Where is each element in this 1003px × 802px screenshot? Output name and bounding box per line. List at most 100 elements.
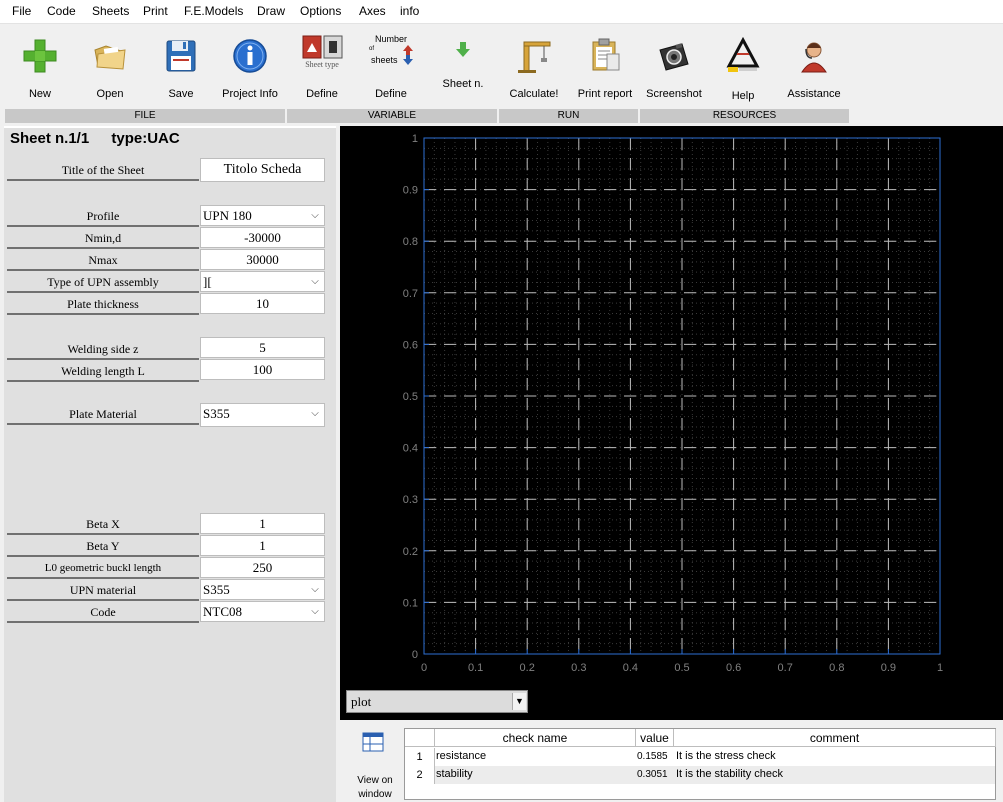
code-select[interactable]: NTC08 ⌵ xyxy=(200,601,325,622)
y-tick-label: 0.5 xyxy=(403,391,418,403)
x-tick-label: 0.5 xyxy=(674,662,689,674)
label-nmax: Nmax xyxy=(7,250,199,271)
plot-area[interactable]: 0 0.1 0.2 0.3 0.4 0.5 0.6 0.7 0.8 0.9 1 0 0.1 0.2 0.3 0… xyxy=(340,126,1003,720)
clipboard-icon xyxy=(585,36,625,76)
camera-icon xyxy=(654,36,694,76)
code-value: NTC08 xyxy=(203,604,242,619)
l0-buckl-length-input[interactable]: 250 xyxy=(200,557,325,578)
crane-icon xyxy=(514,36,554,76)
x-tick-label: 0.3 xyxy=(571,662,586,674)
results-table: check name value comment 1 resistance 0.… xyxy=(404,728,996,800)
y-tick-label: 0.8 xyxy=(403,236,418,248)
label-welding-side-z: Welding side z xyxy=(7,339,199,360)
label-beta-x: Beta X xyxy=(7,514,199,535)
menu-sheets[interactable]: Sheets xyxy=(92,4,129,18)
upn-material-value: S355 xyxy=(203,582,230,597)
chevron-down-icon[interactable]: ⌵ xyxy=(308,582,322,597)
welding-side-z-input[interactable]: 5 xyxy=(200,337,325,358)
menu-options[interactable]: Options xyxy=(300,4,341,18)
menu-info[interactable]: info xyxy=(400,4,419,18)
beta-y-input[interactable]: 1 xyxy=(200,535,325,556)
welding-length-input[interactable]: 100 xyxy=(200,359,325,380)
y-tick-label: 0.6 xyxy=(403,339,418,351)
chevron-down-icon[interactable]: ⌵ xyxy=(308,604,322,619)
label-upn-material: UPN material xyxy=(7,580,199,601)
value-cell: 0.3051 xyxy=(637,769,668,780)
label-profile: Profile xyxy=(7,206,199,227)
view-on-window-label: View on window xyxy=(346,774,404,802)
row-number: 1 xyxy=(405,748,435,766)
menu-print[interactable]: Print xyxy=(143,4,168,18)
label-l0-buckl-length: L0 geometric buckl length xyxy=(7,558,199,579)
upn-assembly-value: ][ xyxy=(203,274,212,289)
plate-thickness-input[interactable]: 10 xyxy=(200,293,325,314)
label-nmin: Nmin,d xyxy=(7,228,199,249)
section-file: FILE xyxy=(5,109,286,123)
results-area: View on window check name value comment … xyxy=(340,720,1003,802)
help-logo-icon xyxy=(723,36,763,76)
floppy-icon xyxy=(161,36,201,76)
comment-cell: It is the stress check xyxy=(676,750,776,762)
app-window: File Code Sheets Print F.E.Models Draw O… xyxy=(0,0,1003,802)
of-text: of xyxy=(369,46,375,52)
folder-icon xyxy=(90,36,130,76)
chevron-down-icon[interactable]: ⌵ xyxy=(308,274,322,289)
view-on-window-button[interactable]: View on window xyxy=(346,724,404,800)
x-tick-label: 0.1 xyxy=(468,662,483,674)
col-header-comment[interactable]: comment xyxy=(674,729,996,747)
y-tick-label: 1 xyxy=(412,133,418,145)
col-header-check-name[interactable]: check name xyxy=(435,729,636,747)
view-on-text: View on xyxy=(357,775,393,786)
sheets-text: sheets xyxy=(371,55,398,65)
chevron-down-icon[interactable]: ⌵ xyxy=(308,406,322,421)
chevron-down-icon[interactable]: ⌵ xyxy=(308,208,322,223)
plus-icon xyxy=(20,36,60,76)
row-number: 2 xyxy=(405,766,435,784)
upn-assembly-select[interactable]: ][ ⌵ xyxy=(200,271,325,292)
menu-bar: File Code Sheets Print F.E.Models Draw O… xyxy=(0,0,1003,24)
y-tick-label: 0.1 xyxy=(403,597,418,609)
project-info-label: Project Info xyxy=(222,88,278,100)
menu-axes[interactable]: Axes xyxy=(359,4,386,18)
arrow-down-icon xyxy=(453,40,473,60)
sheet-header: Sheet n.1/1 type:UAC xyxy=(10,130,198,147)
row-number-header xyxy=(405,729,435,747)
save-label: Save xyxy=(168,88,194,100)
table-row[interactable]: 1 resistance 0.1585 It is the stress che… xyxy=(405,748,995,766)
help-label: Help xyxy=(731,90,755,102)
x-tick-label: 1 xyxy=(937,662,943,674)
define-number-of-sheets-label: Define xyxy=(375,88,407,100)
nmax-input[interactable]: 30000 xyxy=(200,249,325,270)
chevron-down-icon[interactable]: ▼ xyxy=(512,693,526,710)
profile-select[interactable]: UPN 180 ⌵ xyxy=(200,205,325,226)
plate-material-select[interactable]: S355 ⌵ xyxy=(200,403,325,427)
check-name-cell: stability xyxy=(436,768,473,780)
label-plate-thickness: Plate thickness xyxy=(7,294,199,315)
title-of-sheet-input[interactable]: Titolo Scheda xyxy=(200,158,325,182)
menu-draw[interactable]: Draw xyxy=(257,4,285,18)
upn-material-select[interactable]: S355 ⌵ xyxy=(200,579,325,600)
x-tick-label: 0.9 xyxy=(881,662,896,674)
menu-code[interactable]: Code xyxy=(47,4,76,18)
plate-material-value: S355 xyxy=(203,406,230,421)
label-plate-material: Plate Material xyxy=(7,404,199,425)
section-resources: RESOURCES xyxy=(640,109,850,123)
section-run: RUN xyxy=(499,109,639,123)
info-icon xyxy=(230,36,270,76)
beta-x-input[interactable]: 1 xyxy=(200,513,325,534)
screenshot-label: Screenshot xyxy=(646,88,702,100)
number-text: Number xyxy=(374,34,407,44)
table-row[interactable]: 2 stability 0.3051 It is the stability c… xyxy=(405,766,995,784)
sheet-n-label: Sheet n. xyxy=(442,78,484,90)
menu-fe-models[interactable]: F.E.Models xyxy=(184,4,243,18)
y-tick-label: 0.4 xyxy=(403,443,418,455)
menu-file[interactable]: File xyxy=(12,4,31,18)
sheet-type: type:UAC xyxy=(111,130,180,147)
plot-axes[interactable]: 0 0.1 0.2 0.3 0.4 0.5 0.6 0.7 0.8 0.9 1 0 0.1 0.2 0.3 0… xyxy=(340,126,1003,720)
y-tick-label: 0 xyxy=(412,649,418,661)
nmin-input[interactable]: -30000 xyxy=(200,227,325,248)
plot-selector[interactable]: plot ▼ xyxy=(346,690,528,713)
col-header-value[interactable]: value xyxy=(636,729,674,747)
comment-cell: It is the stability check xyxy=(676,768,783,780)
support-person-icon xyxy=(794,36,834,76)
